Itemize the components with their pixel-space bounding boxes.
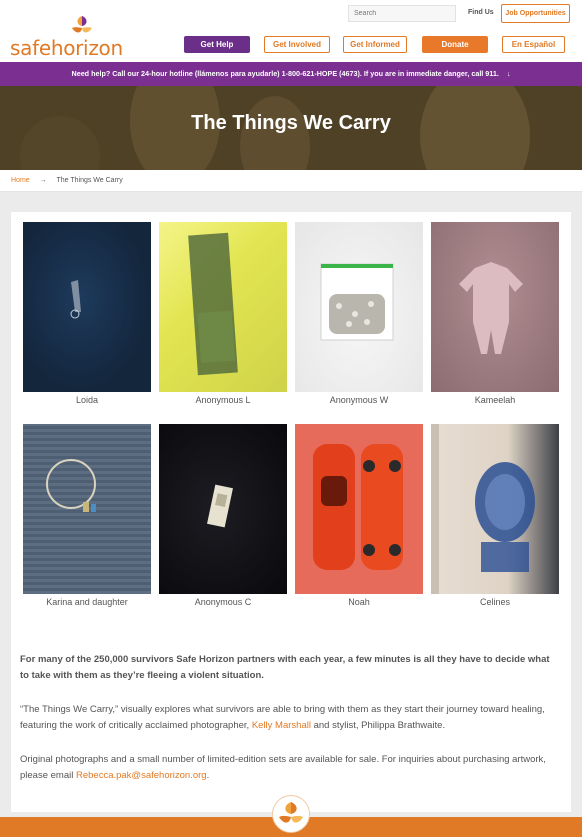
breadcrumb-arrow-icon: →: [39, 177, 47, 184]
folded-money-image: [207, 484, 233, 528]
get-involved-button[interactable]: Get Involved: [264, 36, 330, 53]
photo-caption: Anonymous W: [329, 395, 389, 405]
job-opportunities-button[interactable]: Job Opportunities: [501, 4, 570, 23]
search-input[interactable]: [348, 5, 456, 22]
get-help-button[interactable]: Get Help: [184, 36, 250, 53]
logo-flower-icon: [71, 15, 93, 37]
photo-caption: Noah: [348, 597, 370, 607]
photo-anonymous-w[interactable]: [295, 222, 423, 392]
site-header: safehorizon Find Us Job Opportunities Ge…: [0, 0, 582, 62]
photo-caption: Loida: [75, 395, 99, 405]
photo-anonymous-l[interactable]: [159, 222, 287, 392]
breadcrumb-home-link[interactable]: Home: [11, 177, 30, 184]
bracelet-image: [46, 459, 96, 512]
breadcrumb-current: The Things We Carry: [56, 177, 123, 184]
photographer-link[interactable]: Kelly Marshall: [252, 720, 311, 731]
breadcrumb: Home → The Things We Carry: [0, 170, 582, 192]
content-card: Loida Anonymous L Anonymous W Kameelah K…: [11, 212, 571, 812]
photo-celines[interactable]: [431, 424, 559, 594]
page-title: The Things We Carry: [191, 112, 391, 134]
hotline-text: Need help? Call our 24-hour hotline (llá…: [71, 69, 499, 78]
hero-banner: The Things We Carry: [0, 86, 582, 170]
logo-flower-icon: [279, 802, 303, 823]
arrow-down-icon: ↓: [506, 69, 511, 78]
donate-button[interactable]: Donate: [422, 36, 488, 53]
toy-cars-image: [313, 444, 403, 570]
purchase-text-end: .: [206, 770, 210, 781]
photo-caption: Anonymous L: [195, 395, 251, 405]
photo-anonymous-c[interactable]: [159, 424, 287, 594]
en-espanol-button[interactable]: En Español: [502, 36, 565, 53]
find-us-link[interactable]: Find Us: [468, 9, 494, 16]
hotline-banner[interactable]: Need help? Call our 24-hour hotline (llá…: [0, 62, 582, 86]
photo-loida[interactable]: [23, 222, 151, 392]
get-informed-button[interactable]: Get Informed: [343, 36, 407, 53]
portrait-drawing-image: [431, 424, 535, 594]
baby-onesie-image: [459, 262, 523, 354]
photo-karina-and-daughter[interactable]: [23, 424, 151, 594]
intro-paragraph: For many of the 250,000 survivors Safe H…: [20, 654, 550, 681]
photo-kameelah[interactable]: [431, 222, 559, 392]
photo-caption: Celines: [479, 597, 510, 607]
purchase-paragraph: Original photographs and a small number …: [20, 752, 550, 784]
description-text-end: and stylist, Philippa Brathwaite.: [310, 720, 446, 731]
safe-horizon-logo[interactable]: safehorizon: [10, 14, 130, 60]
nail-clipper-image: [70, 280, 81, 319]
description-paragraph: “The Things We Carry,” visually explores…: [20, 702, 550, 734]
photo-caption: Anonymous C: [194, 597, 252, 607]
footer-logo[interactable]: [272, 795, 310, 833]
email-link[interactable]: Rebecca.pak@safehorizon.org: [76, 770, 207, 781]
photo-caption: Kameelah: [474, 395, 516, 405]
green-wallet-image: [159, 222, 287, 392]
ziplock-bag-image: [320, 263, 394, 341]
photo-caption: Karina and daughter: [46, 597, 128, 607]
photo-noah[interactable]: [295, 424, 423, 594]
logo-wordmark: safehorizon: [10, 36, 123, 60]
